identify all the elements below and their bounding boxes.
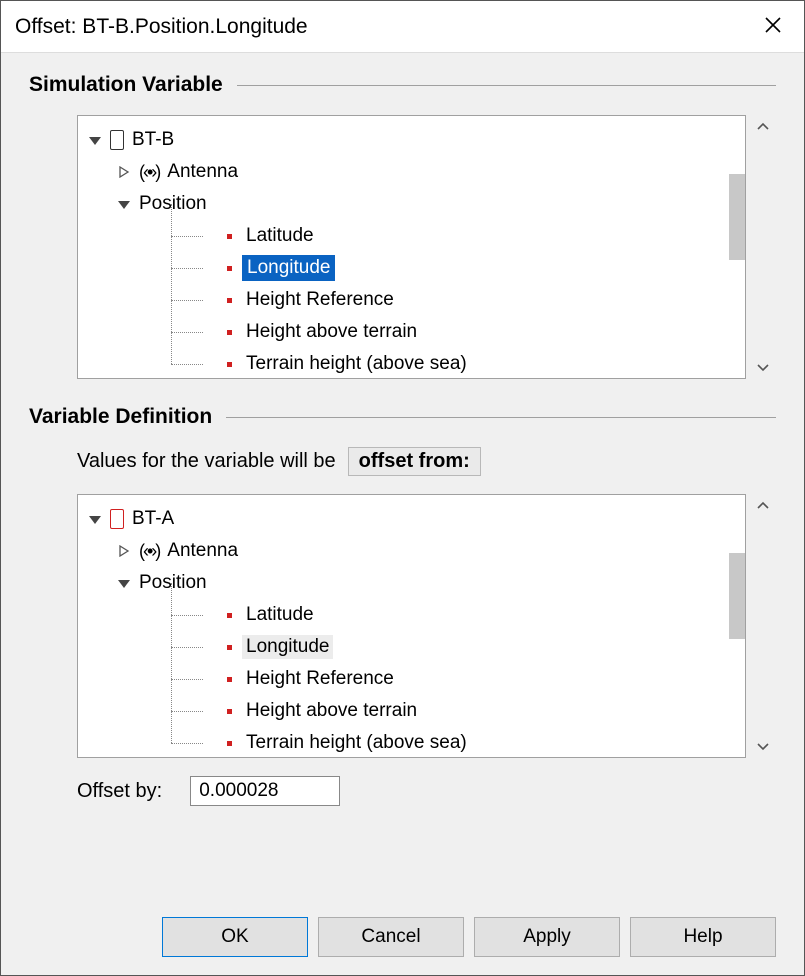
dialog-buttons: OK Cancel Apply Help xyxy=(1,917,804,975)
tree-line-icon xyxy=(171,284,217,316)
help-button[interactable]: Help xyxy=(630,917,776,957)
section-simulation-header: Simulation Variable xyxy=(29,73,776,97)
tree-position-row[interactable]: Position xyxy=(115,188,741,220)
dialog-window: Offset: BT-B.Position.Longitude Simulati… xyxy=(0,0,805,976)
tree-antenna-row[interactable]: (‹•›) Antenna xyxy=(115,156,741,188)
leaf-label: Height Reference xyxy=(242,667,398,691)
tree-leaf-height-ref[interactable]: Height Reference xyxy=(171,663,741,695)
section-simulation-title: Simulation Variable xyxy=(29,73,223,97)
divider xyxy=(226,417,776,418)
tree-root-label: BT-A xyxy=(132,508,174,530)
bullet-icon xyxy=(227,613,232,618)
bullet-icon xyxy=(227,645,232,650)
tree-line-icon xyxy=(171,599,217,631)
scrollbar[interactable] xyxy=(750,115,776,379)
tree-line-icon xyxy=(171,252,217,284)
cancel-button[interactable]: Cancel xyxy=(318,917,464,957)
tree-leaf-latitude[interactable]: Latitude xyxy=(171,599,741,631)
scrollbar[interactable] xyxy=(750,494,776,758)
leaf-label: Terrain height (above sea) xyxy=(242,731,471,755)
leaf-label: Height above terrain xyxy=(242,699,421,723)
bullet-icon xyxy=(227,709,232,714)
tree-line-icon xyxy=(171,727,217,758)
expand-toggle-icon[interactable] xyxy=(117,197,131,211)
antenna-icon: (‹•›) xyxy=(139,541,159,562)
bullet-icon xyxy=(227,677,232,682)
position-children: Latitude Longitude H xyxy=(171,599,741,758)
leaf-label: Latitude xyxy=(242,224,318,248)
bullet-icon xyxy=(227,234,232,239)
tree-position-label: Position xyxy=(139,193,207,215)
definition-tree[interactable]: BT-A (‹•›) Antenna xyxy=(77,494,746,758)
expand-toggle-icon[interactable] xyxy=(88,512,102,526)
collapse-toggle-icon[interactable] xyxy=(117,544,131,558)
tree-leaf-longitude[interactable]: Longitude xyxy=(171,252,741,284)
titlebar: Offset: BT-B.Position.Longitude xyxy=(1,1,804,53)
tree-leaf-terrain-height[interactable]: Terrain height (above sea) xyxy=(171,727,741,758)
leaf-label-selected: Longitude xyxy=(242,255,335,281)
tree-antenna-row[interactable]: (‹•›) Antenna xyxy=(115,535,741,567)
section-definition-title: Variable Definition xyxy=(29,405,212,429)
close-button[interactable] xyxy=(756,12,790,42)
offset-by-label: Offset by: xyxy=(77,780,162,803)
tree-line-icon xyxy=(171,695,217,727)
position-children: Latitude Longitude H xyxy=(171,220,741,379)
tree-leaf-height-ref[interactable]: Height Reference xyxy=(171,284,741,316)
tree-line-icon xyxy=(171,348,217,379)
tree-root-row[interactable]: BT-A xyxy=(86,503,741,535)
expand-toggle-icon[interactable] xyxy=(88,133,102,147)
leaf-label: Latitude xyxy=(242,603,318,627)
ok-button[interactable]: OK xyxy=(162,917,308,957)
bullet-icon xyxy=(227,362,232,367)
simulation-tree-container: BT-B (‹•›) Antenna xyxy=(77,115,776,379)
offset-from-pill[interactable]: offset from: xyxy=(348,447,481,476)
antenna-icon: (‹•›) xyxy=(139,162,159,183)
tree-leaf-height-terrain[interactable]: Height above terrain xyxy=(171,695,741,727)
tree-line-icon xyxy=(171,220,217,252)
expand-toggle-icon[interactable] xyxy=(117,576,131,590)
tree-antenna-label: Antenna xyxy=(167,161,238,183)
tree-line-icon xyxy=(171,631,217,663)
tree-leaf-height-terrain[interactable]: Height above terrain xyxy=(171,316,741,348)
tree-position-label: Position xyxy=(139,572,207,594)
values-prefix: Values for the variable will be xyxy=(77,450,336,473)
scroll-down-icon[interactable] xyxy=(751,734,775,758)
scroll-up-icon[interactable] xyxy=(751,494,775,518)
scroll-up-icon[interactable] xyxy=(751,115,775,139)
bullet-icon xyxy=(227,298,232,303)
leaf-label: Longitude xyxy=(242,635,333,659)
collapse-toggle-icon[interactable] xyxy=(117,165,131,179)
section-definition-header: Variable Definition xyxy=(29,405,776,429)
scroll-down-icon[interactable] xyxy=(751,355,775,379)
leaf-label: Height above terrain xyxy=(242,320,421,344)
window-title: Offset: BT-B.Position.Longitude xyxy=(15,15,308,39)
tree-leaf-longitude[interactable]: Longitude xyxy=(171,631,741,663)
divider xyxy=(237,85,776,86)
apply-button[interactable]: Apply xyxy=(474,917,620,957)
offset-by-row: Offset by: xyxy=(77,776,776,806)
device-icon xyxy=(110,130,124,150)
device-icon xyxy=(110,509,124,529)
scrollbar-thumb[interactable] xyxy=(729,553,746,639)
tree-root-row[interactable]: BT-B xyxy=(86,124,741,156)
tree-root-label: BT-B xyxy=(132,129,174,151)
leaf-label: Terrain height (above sea) xyxy=(242,352,471,376)
leaf-label: Height Reference xyxy=(242,288,398,312)
simulation-tree[interactable]: BT-B (‹•›) Antenna xyxy=(77,115,746,379)
tree-leaf-terrain-height[interactable]: Terrain height (above sea) xyxy=(171,348,741,379)
tree-leaf-latitude[interactable]: Latitude xyxy=(171,220,741,252)
tree-antenna-label: Antenna xyxy=(167,540,238,562)
scrollbar-thumb[interactable] xyxy=(729,174,746,260)
definition-tree-container: BT-A (‹•›) Antenna xyxy=(77,494,776,758)
offset-by-input[interactable] xyxy=(190,776,340,806)
bullet-icon xyxy=(227,330,232,335)
bullet-icon xyxy=(227,266,232,271)
values-for-row: Values for the variable will be offset f… xyxy=(77,447,776,476)
tree-line-icon xyxy=(171,663,217,695)
bullet-icon xyxy=(227,741,232,746)
tree-line-icon xyxy=(171,316,217,348)
tree-position-row[interactable]: Position xyxy=(115,567,741,599)
